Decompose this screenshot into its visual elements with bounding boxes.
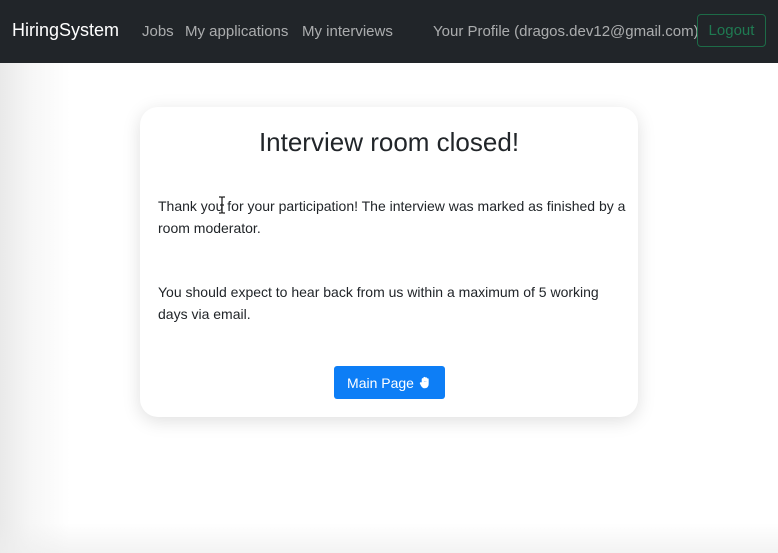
logout-button[interactable]: Logout: [697, 14, 766, 47]
nav-link-my-interviews[interactable]: My interviews: [302, 23, 393, 40]
card-title: Interview room closed!: [258, 127, 520, 157]
nav-link-my-applications[interactable]: My applications: [185, 23, 288, 40]
main-page-button-label: Main Page: [347, 374, 414, 391]
nav-link-jobs[interactable]: Jobs: [142, 23, 174, 40]
page-bottom-shade: [0, 523, 778, 553]
follow-up-paragraph: You should expect to hear back from us w…: [158, 284, 599, 322]
main-page-button[interactable]: Main Page: [334, 366, 445, 399]
hand-icon: [419, 376, 432, 389]
nav-link-profile[interactable]: Your Profile (dragos.dev12@gmail.com): [433, 23, 699, 40]
thank-you-paragraph: Thank you for your participation! The in…: [158, 198, 626, 236]
navbar: HiringSystem Jobs My applications My int…: [0, 0, 778, 63]
text-cursor-icon: [218, 196, 226, 214]
brand-link[interactable]: HiringSystem: [12, 20, 119, 41]
interview-closed-card: Interview room closed! Thank you for you…: [140, 107, 638, 417]
